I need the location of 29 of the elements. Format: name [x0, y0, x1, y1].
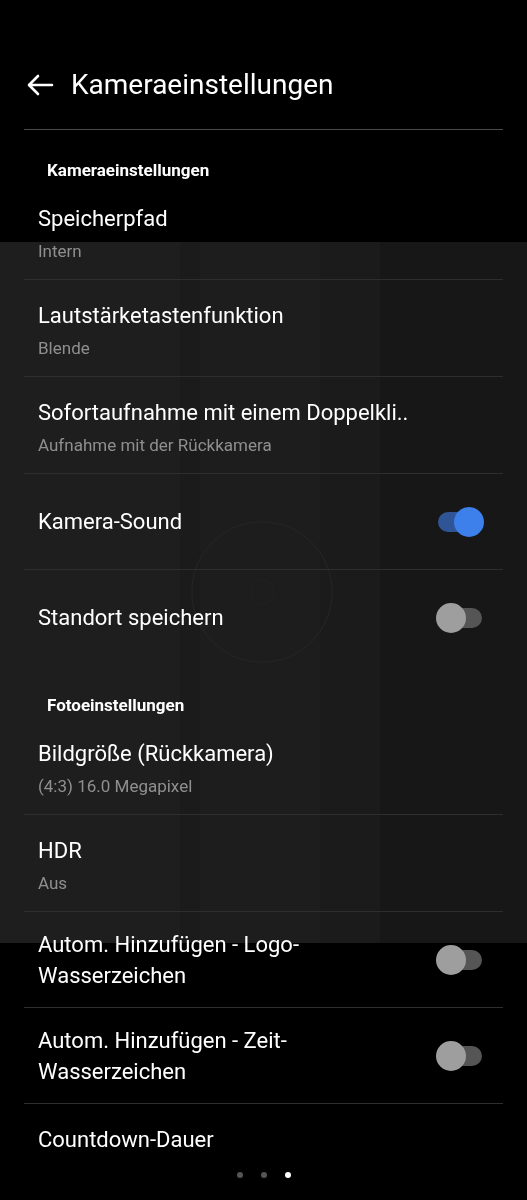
settings-item[interactable]: Lautstärketastenfunktion Blende — [24, 280, 503, 376]
page-title: Kameraeinstellungen — [71, 68, 334, 102]
toggle-switch[interactable] — [436, 602, 484, 633]
section-header: Kameraeinstellungen — [47, 160, 210, 180]
toggle-switch[interactable] — [436, 1040, 484, 1071]
item-title: Countdown-Dauer — [38, 1126, 215, 1154]
item-title: Sofortaufnahme mit einem Doppelkli.. — [38, 399, 410, 427]
toggle-switch[interactable] — [436, 506, 484, 537]
settings-item[interactable]: Countdown-Dauer — [24, 1104, 503, 1171]
item-value: Aufnahme mit der Rückkamera — [38, 434, 273, 457]
item-title: Kamera-Sound — [38, 508, 183, 536]
item-value: Intern — [38, 240, 83, 263]
item-value: Blende — [38, 337, 91, 360]
item-title: HDR — [38, 837, 83, 865]
item-title: Bildgröße (Rückkamera) — [38, 740, 275, 768]
settings-item[interactable]: Bildgröße (Rückkamera) (4:3) 16.0 Megapixel — [24, 718, 503, 814]
item-title: Autom. Hinzufügen - Zeit-Wasserzeichen — [38, 1026, 288, 1086]
item-title: Autom. Hinzufügen - Logo-Wasserzeichen — [38, 930, 300, 990]
item-value: (4:3) 16.0 Megapixel — [38, 775, 194, 798]
item-title: Standort speichern — [38, 604, 224, 632]
item-title: Speicherpfad — [38, 205, 169, 233]
settings-item[interactable]: HDR Aus — [24, 815, 503, 911]
settings-item[interactable]: Sofortaufnahme mit einem Doppelkli.. Aufnahme mit der Rückkamera — [24, 377, 503, 473]
item-value: Aus — [38, 872, 69, 895]
settings-item[interactable]: Speicherpfad Intern — [24, 183, 503, 279]
toggle-switch[interactable] — [436, 944, 484, 975]
back-icon[interactable] — [26, 73, 54, 97]
item-title: Lautstärketastenfunktion — [38, 302, 285, 330]
section-header: Fotoeinstellungen — [47, 695, 185, 715]
